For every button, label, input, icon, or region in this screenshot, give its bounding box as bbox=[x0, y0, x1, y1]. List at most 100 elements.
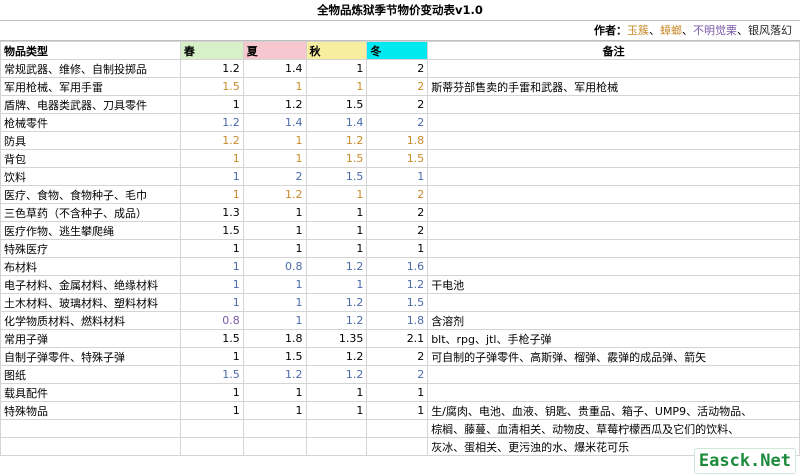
empty-cell[interactable] bbox=[0, 437, 181, 456]
winter-multiplier-cell[interactable]: 2 bbox=[366, 113, 429, 132]
item-type-cell[interactable]: 布材料 bbox=[0, 257, 181, 276]
note-cell[interactable] bbox=[427, 203, 800, 222]
empty-cell[interactable] bbox=[242, 419, 307, 438]
spring-multiplier-cell[interactable]: 1.2 bbox=[179, 59, 244, 78]
autumn-multiplier-cell[interactable]: 1 bbox=[305, 221, 368, 240]
summer-multiplier-cell[interactable]: 1.2 bbox=[242, 185, 307, 204]
spring-multiplier-cell[interactable]: 1 bbox=[179, 167, 244, 186]
winter-multiplier-cell[interactable]: 1.6 bbox=[366, 257, 429, 276]
autumn-multiplier-cell[interactable]: 1.2 bbox=[305, 365, 368, 384]
empty-cell[interactable] bbox=[305, 419, 368, 438]
item-type-cell[interactable]: 常用子弹 bbox=[0, 329, 181, 348]
autumn-multiplier-cell[interactable]: 1.2 bbox=[305, 293, 368, 312]
item-type-cell[interactable]: 盾牌、电器类武器、刀具零件 bbox=[0, 95, 181, 114]
empty-cell[interactable] bbox=[366, 419, 429, 438]
summer-multiplier-cell[interactable]: 1.4 bbox=[242, 113, 307, 132]
note-cell[interactable]: 可自制的子弹零件、高斯弹、榴弹、霰弹的成品弹、箭矢 bbox=[427, 347, 800, 366]
header-autumn[interactable]: 秋 bbox=[305, 41, 368, 60]
spring-multiplier-cell[interactable]: 1.3 bbox=[179, 203, 244, 222]
empty-cell[interactable] bbox=[305, 437, 368, 456]
summer-multiplier-cell[interactable]: 1 bbox=[242, 149, 307, 168]
winter-multiplier-cell[interactable]: 1.8 bbox=[366, 131, 429, 150]
header-note[interactable]: 备注 bbox=[427, 41, 800, 60]
summer-multiplier-cell[interactable]: 1.2 bbox=[242, 365, 307, 384]
autumn-multiplier-cell[interactable]: 1 bbox=[305, 203, 368, 222]
item-type-cell[interactable]: 军用枪械、军用手雷 bbox=[0, 77, 181, 96]
item-type-cell[interactable]: 电子材料、金属材料、绝缘材料 bbox=[0, 275, 181, 294]
autumn-multiplier-cell[interactable]: 1.4 bbox=[305, 113, 368, 132]
autumn-multiplier-cell[interactable]: 1.5 bbox=[305, 95, 368, 114]
item-type-cell[interactable]: 三色草药（不含种子、成品） bbox=[0, 203, 181, 222]
winter-multiplier-cell[interactable]: 2 bbox=[366, 185, 429, 204]
note-cell[interactable]: 棕榈、藤蔓、血清相关、动物皮、草莓柠檬西瓜及它们的饮料、 bbox=[427, 419, 800, 438]
item-type-cell[interactable]: 饮料 bbox=[0, 167, 181, 186]
header-spring[interactable]: 春 bbox=[179, 41, 244, 60]
spring-multiplier-cell[interactable]: 1 bbox=[179, 95, 244, 114]
winter-multiplier-cell[interactable]: 1 bbox=[366, 239, 429, 258]
summer-multiplier-cell[interactable]: 1.8 bbox=[242, 329, 307, 348]
empty-cell[interactable] bbox=[366, 437, 429, 456]
note-cell[interactable] bbox=[427, 221, 800, 240]
spring-multiplier-cell[interactable]: 1 bbox=[179, 383, 244, 402]
spring-multiplier-cell[interactable]: 1 bbox=[179, 185, 244, 204]
spring-multiplier-cell[interactable]: 1 bbox=[179, 275, 244, 294]
autumn-multiplier-cell[interactable]: 1 bbox=[305, 59, 368, 78]
empty-cell[interactable] bbox=[242, 437, 307, 456]
winter-multiplier-cell[interactable]: 2 bbox=[366, 77, 429, 96]
note-cell[interactable] bbox=[427, 257, 800, 276]
header-type[interactable]: 物品类型 bbox=[0, 41, 181, 60]
spring-multiplier-cell[interactable]: 1.2 bbox=[179, 113, 244, 132]
autumn-multiplier-cell[interactable]: 1.35 bbox=[305, 329, 368, 348]
note-cell[interactable] bbox=[427, 383, 800, 402]
summer-multiplier-cell[interactable]: 1 bbox=[242, 203, 307, 222]
winter-multiplier-cell[interactable]: 2 bbox=[366, 59, 429, 78]
winter-multiplier-cell[interactable]: 2 bbox=[366, 221, 429, 240]
spring-multiplier-cell[interactable]: 1 bbox=[179, 149, 244, 168]
autumn-multiplier-cell[interactable]: 1 bbox=[305, 185, 368, 204]
item-type-cell[interactable]: 土木材料、玻璃材料、塑料材料 bbox=[0, 293, 181, 312]
autumn-multiplier-cell[interactable]: 1.2 bbox=[305, 311, 368, 330]
summer-multiplier-cell[interactable]: 1 bbox=[242, 77, 307, 96]
winter-multiplier-cell[interactable]: 2 bbox=[366, 95, 429, 114]
autumn-multiplier-cell[interactable]: 1 bbox=[305, 275, 368, 294]
note-cell[interactable]: 含溶剂 bbox=[427, 311, 800, 330]
empty-cell[interactable] bbox=[0, 419, 181, 438]
spring-multiplier-cell[interactable]: 1.5 bbox=[179, 77, 244, 96]
item-type-cell[interactable]: 防具 bbox=[0, 131, 181, 150]
spring-multiplier-cell[interactable]: 1.5 bbox=[179, 329, 244, 348]
note-cell[interactable] bbox=[427, 95, 800, 114]
summer-multiplier-cell[interactable]: 1 bbox=[242, 401, 307, 420]
item-type-cell[interactable]: 医疗、食物、食物种子、毛巾 bbox=[0, 185, 181, 204]
item-type-cell[interactable]: 背包 bbox=[0, 149, 181, 168]
winter-multiplier-cell[interactable]: 2.1 bbox=[366, 329, 429, 348]
note-cell[interactable]: 斯蒂芬部售卖的手雷和武器、军用枪械 bbox=[427, 77, 800, 96]
autumn-multiplier-cell[interactable]: 1 bbox=[305, 383, 368, 402]
item-type-cell[interactable]: 常规武器、维修、自制投掷品 bbox=[0, 59, 181, 78]
summer-multiplier-cell[interactable]: 2 bbox=[242, 167, 307, 186]
note-cell[interactable] bbox=[427, 185, 800, 204]
winter-multiplier-cell[interactable]: 1 bbox=[366, 167, 429, 186]
item-type-cell[interactable]: 特殊医疗 bbox=[0, 239, 181, 258]
spring-multiplier-cell[interactable]: 1 bbox=[179, 257, 244, 276]
spring-multiplier-cell[interactable]: 1 bbox=[179, 347, 244, 366]
note-cell[interactable] bbox=[427, 113, 800, 132]
autumn-multiplier-cell[interactable]: 1 bbox=[305, 77, 368, 96]
note-cell[interactable] bbox=[427, 59, 800, 78]
summer-multiplier-cell[interactable]: 1 bbox=[242, 275, 307, 294]
autumn-multiplier-cell[interactable]: 1.2 bbox=[305, 257, 368, 276]
autumn-multiplier-cell[interactable]: 1.5 bbox=[305, 149, 368, 168]
empty-cell[interactable] bbox=[179, 437, 244, 456]
summer-multiplier-cell[interactable]: 1.2 bbox=[242, 95, 307, 114]
summer-multiplier-cell[interactable]: 1 bbox=[242, 239, 307, 258]
summer-multiplier-cell[interactable]: 0.8 bbox=[242, 257, 307, 276]
item-type-cell[interactable]: 枪械零件 bbox=[0, 113, 181, 132]
note-cell[interactable]: 生/腐肉、电池、血液、钥匙、贵重品、箱子、UMP9、活动物品、 bbox=[427, 401, 800, 420]
note-cell[interactable] bbox=[427, 131, 800, 150]
autumn-multiplier-cell[interactable]: 1 bbox=[305, 401, 368, 420]
summer-multiplier-cell[interactable]: 1.4 bbox=[242, 59, 307, 78]
note-cell[interactable]: 干电池 bbox=[427, 275, 800, 294]
item-type-cell[interactable]: 特殊物品 bbox=[0, 401, 181, 420]
autumn-multiplier-cell[interactable]: 1.5 bbox=[305, 167, 368, 186]
autumn-multiplier-cell[interactable]: 1 bbox=[305, 239, 368, 258]
winter-multiplier-cell[interactable]: 1 bbox=[366, 383, 429, 402]
